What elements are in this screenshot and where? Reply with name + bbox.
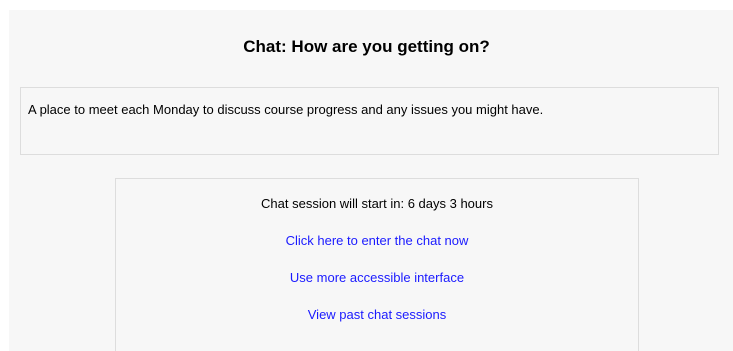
enter-chat-link-row: Click here to enter the chat now: [116, 233, 638, 249]
enter-chat-link[interactable]: Click here to enter the chat now: [286, 233, 469, 248]
session-start-info: Chat session will start in: 6 days 3 hou…: [261, 196, 493, 211]
chat-box: Chat session will start in: 6 days 3 hou…: [115, 178, 639, 351]
intro-box: A place to meet each Monday to discuss c…: [20, 87, 719, 155]
accessible-interface-link-row: Use more accessible interface: [116, 270, 638, 286]
accessible-interface-link[interactable]: Use more accessible interface: [290, 270, 464, 285]
page: Chat: How are you getting on? A place to…: [0, 0, 733, 351]
past-sessions-link[interactable]: View past chat sessions: [308, 307, 447, 322]
page-title: Chat: How are you getting on?: [243, 37, 490, 56]
intro-text: A place to meet each Monday to discuss c…: [28, 102, 544, 117]
past-sessions-link-row: View past chat sessions: [116, 307, 638, 323]
